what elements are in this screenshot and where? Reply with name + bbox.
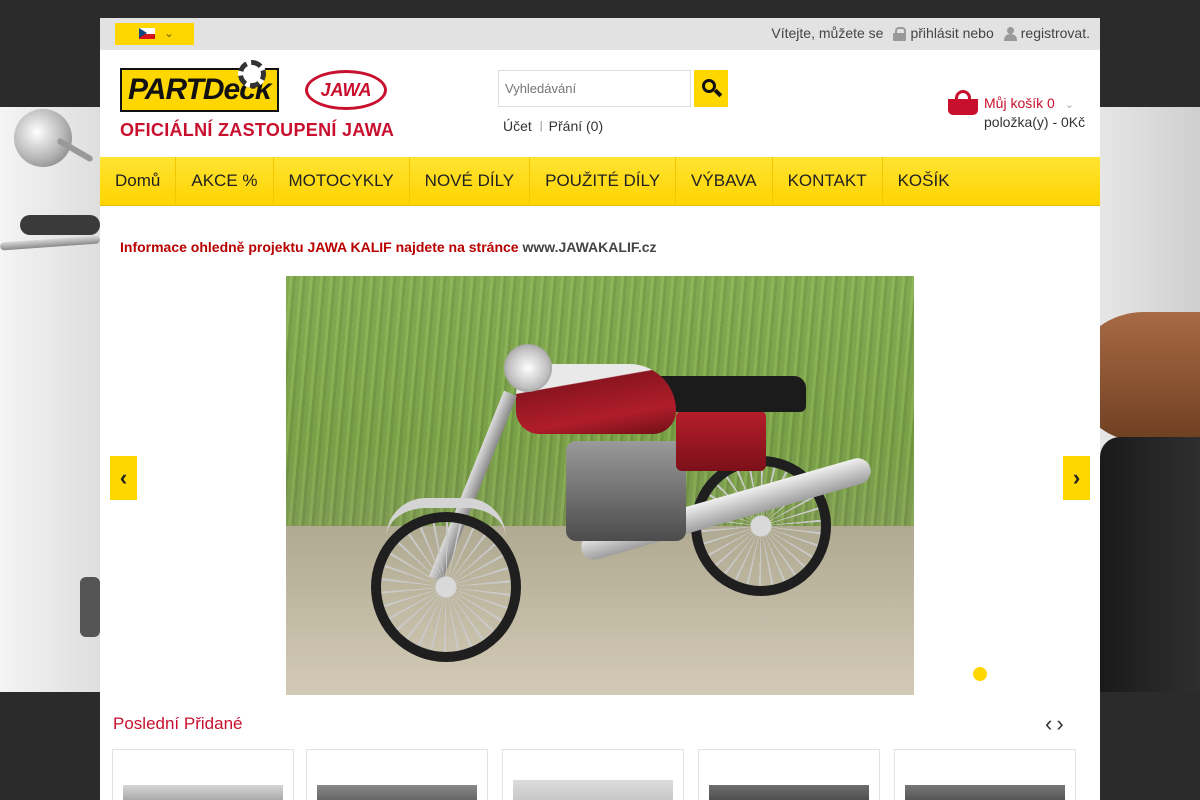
login-link[interactable]: přihlásit nebo <box>910 25 993 41</box>
product-thumbnail <box>513 780 673 800</box>
recent-section-title: Poslední Přidané <box>113 714 243 733</box>
nav-item-equipment[interactable]: VÝBAVA <box>676 157 773 205</box>
lock-icon <box>893 26 907 41</box>
link-separator: | <box>539 120 543 132</box>
info-text: Informace ohledně projektu JAWA KALIF na… <box>120 239 519 255</box>
chevron-left-icon: ‹ <box>119 465 128 490</box>
info-link[interactable]: www.JAWAKALIF.cz <box>522 239 656 255</box>
top-bar: ⌄ Vítejte, můžete se přihlásit nebo regi… <box>100 18 1100 50</box>
cart-title: Můj košík 0 ⌄ <box>984 95 1074 111</box>
page-container: ⌄ Vítejte, můžete se přihlásit nebo regi… <box>100 18 1100 800</box>
mirror-decoration <box>14 109 72 167</box>
side-cover-graphic <box>676 411 766 471</box>
product-card[interactable] <box>698 749 880 800</box>
nav-item-sale[interactable]: AKCE % <box>176 157 274 205</box>
chevron-right-icon: › <box>1072 465 1081 490</box>
welcome-text: Vítejte, můžete se <box>771 25 884 41</box>
background-handlebar-image <box>0 107 100 692</box>
chevron-right-icon[interactable]: › <box>1056 711 1063 737</box>
hero-slide-image[interactable] <box>286 276 914 695</box>
chevron-down-icon: ⌄ <box>164 26 175 40</box>
account-link[interactable]: Účet <box>503 118 532 134</box>
slider-dot[interactable] <box>973 667 987 681</box>
basket-icon <box>948 90 978 116</box>
nav-item-used-parts[interactable]: POUŽITÉ DÍLY <box>530 157 677 205</box>
cz-flag-icon <box>139 28 155 39</box>
slider-prev-button[interactable]: ‹ <box>110 456 137 500</box>
language-selector[interactable]: ⌄ <box>115 23 194 45</box>
nav-item-contact[interactable]: KONTAKT <box>773 157 883 205</box>
nav-item-new-parts[interactable]: NOVÉ DÍLY <box>410 157 531 205</box>
account-links: Účet | Přání (0) <box>503 118 603 134</box>
nav-item-home[interactable]: Domů <box>100 157 177 205</box>
nav-item-motorcycles[interactable]: MOTOCYKLY <box>274 157 410 205</box>
product-card[interactable] <box>894 749 1076 800</box>
gear-icon <box>238 60 266 88</box>
product-thumbnail <box>709 785 869 800</box>
recent-nav: ‹ › <box>1045 711 1064 737</box>
search-button[interactable] <box>694 70 728 107</box>
product-card[interactable] <box>502 749 684 800</box>
site-logo[interactable]: PARTDeck JAWA OFICIÁLNÍ ZASTOUPENÍ JAWA <box>120 60 394 144</box>
user-icon <box>1003 26 1017 41</box>
product-thumbnail <box>317 785 477 800</box>
chevron-down-icon: ⌄ <box>1064 99 1074 111</box>
product-card[interactable] <box>112 749 294 800</box>
part-decoration <box>80 577 100 637</box>
product-card[interactable] <box>306 749 488 800</box>
header: PARTDeck JAWA OFICIÁLNÍ ZASTOUPENÍ JAWA … <box>100 50 1100 157</box>
background-seat-image <box>1100 107 1200 692</box>
engine-graphic <box>566 441 686 541</box>
slider-next-button[interactable]: › <box>1063 456 1090 500</box>
jawa-logo: JAWA <box>305 70 387 110</box>
search-input[interactable] <box>498 70 691 107</box>
product-thumbnail <box>905 785 1065 800</box>
front-wheel-graphic <box>371 512 521 662</box>
nav-item-cart[interactable]: KOŠÍK <box>883 157 965 205</box>
wishlist-link[interactable]: Přání (0) <box>549 118 603 134</box>
main-nav: Domů AKCE % MOTOCYKLY NOVÉ DÍLY POUŽITÉ … <box>100 157 1100 206</box>
seat-decoration <box>1100 312 1200 442</box>
product-thumbnail <box>123 785 283 800</box>
headlamp-graphic <box>504 344 552 392</box>
lever-decoration <box>0 235 100 251</box>
register-link[interactable]: registrovat. <box>1021 25 1090 41</box>
cart-summary: položka(y) - 0Kč <box>984 114 1086 130</box>
chevron-left-icon[interactable]: ‹ <box>1045 711 1052 737</box>
info-banner: Informace ohledně projektu JAWA KALIF na… <box>120 239 657 255</box>
cart-count: 0 <box>1047 95 1055 111</box>
fender-decoration <box>1100 437 1200 692</box>
cart-widget[interactable]: Můj košík 0 ⌄ položka(y) - 0Kč <box>948 90 1098 135</box>
welcome-bar: Vítejte, můžete se přihlásit nebo regist… <box>771 25 1090 41</box>
grip-decoration <box>20 215 100 235</box>
recent-products <box>112 749 1090 800</box>
logo-subtitle: OFICIÁLNÍ ZASTOUPENÍ JAWA <box>120 120 395 140</box>
